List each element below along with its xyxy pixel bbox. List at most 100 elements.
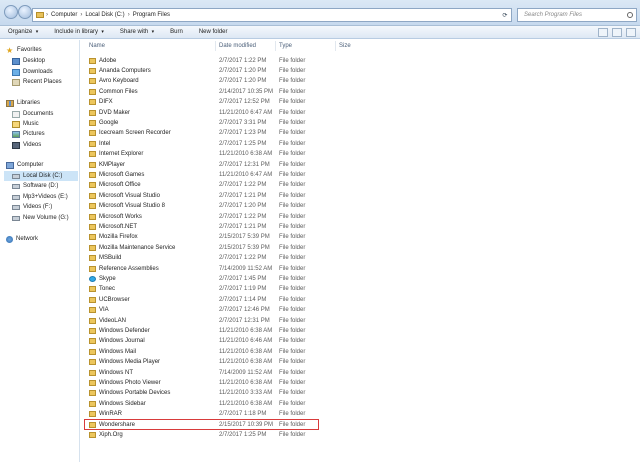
- nav-software-d[interactable]: Software (D:): [12, 181, 58, 191]
- file-row[interactable]: Microsoft Visual Studio 8 2/7/2017 1:20 P…: [81, 201, 381, 211]
- file-row[interactable]: WinRAR 2/7/2017 1:18 PM File folder: [81, 409, 381, 419]
- file-row[interactable]: Icecream Screen Recorder 2/7/2017 1:23 PM…: [81, 128, 381, 138]
- file-row[interactable]: Google 2/7/2017 3:31 PM File folder: [81, 118, 381, 128]
- nav-desktop[interactable]: Desktop: [12, 56, 45, 66]
- file-name: Intel: [99, 140, 111, 147]
- breadcrumb-computer[interactable]: Computer: [48, 12, 80, 18]
- caret-down-icon: ▾: [150, 29, 155, 35]
- column-header-date[interactable]: Date modified: [219, 40, 256, 52]
- file-row[interactable]: Windows Sidebar 11/21/2010 6:38 AM File fo…: [81, 399, 381, 409]
- file-type: File folder: [279, 379, 306, 386]
- file-row[interactable]: Microsoft Visual Studio 2/7/2017 1:21 PM F…: [81, 191, 381, 201]
- nav-downloads[interactable]: Downloads: [12, 67, 53, 77]
- file-row[interactable]: Microsoft Games 11/21/2010 6:47 AM File fo…: [81, 170, 381, 180]
- organize-button[interactable]: Organize ▾: [0, 29, 46, 35]
- nav-videos[interactable]: Videos: [12, 140, 41, 150]
- file-row[interactable]: Intel 2/7/2017 1:25 PM File folder: [81, 139, 381, 149]
- address-bar[interactable]: › Computer › Local Disk (C:) › Program F…: [32, 8, 512, 22]
- file-row[interactable]: Common Files 2/14/2017 10:35 PM File folde…: [81, 87, 381, 97]
- nav-recent-places[interactable]: Recent Places: [12, 77, 62, 87]
- breadcrumb-program-files[interactable]: Program Files: [130, 12, 173, 18]
- nav-favorites[interactable]: ★ Favorites: [6, 45, 42, 55]
- help-button[interactable]: [626, 28, 636, 37]
- column-header-size[interactable]: Size: [339, 40, 351, 52]
- file-row[interactable]: Microsoft Works 2/7/2017 1:22 PM File fold…: [81, 212, 381, 222]
- file-row[interactable]: Avro Keyboard 2/7/2017 1:20 PM File folder: [81, 76, 381, 86]
- file-row[interactable]: DIFX 2/7/2017 12:52 PM File folder: [81, 97, 381, 107]
- nav-network[interactable]: Network: [6, 234, 38, 244]
- file-name: Windows Media Player: [99, 359, 161, 366]
- file-type: File folder: [279, 140, 306, 147]
- preview-pane-button[interactable]: [612, 28, 622, 37]
- file-row[interactable]: Windows NT 7/14/2009 11:52 AM File folder: [81, 368, 381, 378]
- file-row[interactable]: Windows Defender 11/21/2010 6:38 AM File f…: [81, 326, 381, 336]
- file-row[interactable]: Xiph.Org 2/7/2017 1:25 PM File folder: [81, 430, 381, 440]
- file-row[interactable]: Windows Mail 11/21/2010 6:38 AM File folde…: [81, 347, 381, 357]
- file-row[interactable]: Windows Journal 11/21/2010 6:46 AM File fo…: [81, 336, 381, 346]
- file-type: File folder: [279, 338, 306, 345]
- column-divider[interactable]: [275, 41, 276, 51]
- file-row[interactable]: Skype 2/7/2017 1:45 PM File folder: [81, 274, 381, 284]
- file-row[interactable]: KMPlayer 2/7/2017 12:31 PM File folder: [81, 160, 381, 170]
- file-name: Reference Assemblies: [99, 265, 159, 272]
- file-date: 2/15/2017 5:39 PM: [219, 244, 270, 251]
- file-row[interactable]: MSBuild 2/7/2017 1:22 PM File folder: [81, 253, 381, 263]
- nav-mp3-videos-e[interactable]: Mp3+Videos (E:): [12, 192, 68, 202]
- videos-icon: [12, 141, 20, 149]
- folder-icon: [89, 57, 96, 64]
- file-name: VIA: [99, 307, 109, 314]
- file-date: 2/7/2017 1:45 PM: [219, 275, 267, 282]
- file-row[interactable]: Adobe 2/7/2017 1:22 PM File folder: [81, 56, 381, 66]
- nav-pictures[interactable]: Pictures: [12, 129, 45, 139]
- file-row[interactable]: VIA 2/7/2017 12:46 PM File folder: [81, 305, 381, 315]
- forward-button[interactable]: [18, 5, 32, 19]
- nav-videos-f[interactable]: Videos (F:): [12, 202, 52, 212]
- file-row[interactable]: UCBrowser 2/7/2017 1:14 PM File folder: [81, 295, 381, 305]
- drive-icon: [12, 215, 20, 221]
- refresh-button[interactable]: ⟳: [496, 8, 514, 22]
- breadcrumb-local-disk[interactable]: Local Disk (C:): [82, 12, 127, 18]
- file-type: File folder: [279, 265, 306, 272]
- column-header-name[interactable]: Name: [89, 40, 105, 52]
- file-row[interactable]: DVD Maker 11/21/2010 6:47 AM File folder: [81, 108, 381, 118]
- share-with-button[interactable]: Share with ▾: [112, 29, 162, 35]
- file-type: File folder: [279, 296, 306, 303]
- file-row[interactable]: Internet Explorer 11/21/2010 6:38 AM File …: [81, 149, 381, 159]
- file-row[interactable]: Tonec 2/7/2017 1:19 PM File folder: [81, 284, 381, 294]
- new-folder-button[interactable]: New folder: [191, 29, 236, 35]
- file-row[interactable]: Reference Assemblies 7/14/2009 11:52 AM Fi…: [81, 264, 381, 274]
- file-type: File folder: [279, 431, 306, 438]
- file-row[interactable]: Windows Portable Devices 11/21/2010 3:33 …: [81, 388, 381, 398]
- folder-icon: [89, 192, 96, 199]
- file-row[interactable]: Windows Media Player 11/21/2010 6:38 AM Fi…: [81, 357, 381, 367]
- nav-libraries[interactable]: Libraries: [6, 98, 40, 108]
- nav-documents[interactable]: Documents: [12, 109, 53, 119]
- file-date: 2/7/2017 1:22 PM: [219, 182, 267, 189]
- column-divider[interactable]: [215, 41, 216, 51]
- file-row[interactable]: Microsoft.NET 2/7/2017 1:21 PM File folder: [81, 222, 381, 232]
- nav-music[interactable]: Music: [12, 119, 39, 129]
- file-date: 2/15/2017 5:39 PM: [219, 234, 270, 241]
- nav-computer[interactable]: Computer: [6, 160, 43, 170]
- folder-icon: [89, 88, 96, 95]
- file-row[interactable]: VideoLAN 2/7/2017 12:31 PM File folder: [81, 316, 381, 326]
- file-row[interactable]: Mozilla Firefox 2/15/2017 5:39 PM File fol…: [81, 232, 381, 242]
- column-header-type[interactable]: Type: [279, 40, 292, 52]
- search-input[interactable]: Search Program Files: [517, 8, 637, 22]
- file-name: Icecream Screen Recorder: [99, 130, 171, 137]
- file-row[interactable]: Microsoft Office 2/7/2017 1:22 PM File fol…: [81, 180, 381, 190]
- file-name: Windows Mail: [99, 348, 137, 355]
- folder-icon: [89, 223, 96, 230]
- back-button[interactable]: [4, 5, 18, 19]
- column-divider[interactable]: [335, 41, 336, 51]
- nav-new-volume-g[interactable]: New Volume (G:): [12, 213, 69, 223]
- file-row[interactable]: Windows Photo Viewer 11/21/2010 6:38 AM Fi…: [81, 378, 381, 388]
- nav-local-disk-c[interactable]: Local Disk (C:): [4, 171, 78, 181]
- file-type: File folder: [279, 348, 306, 355]
- include-library-button[interactable]: Include in library ▾: [46, 29, 112, 35]
- change-view-button[interactable]: [598, 28, 608, 37]
- burn-button[interactable]: Burn: [162, 29, 191, 35]
- file-date: 2/7/2017 12:46 PM: [219, 307, 270, 314]
- file-row[interactable]: Ananda Computers 2/7/2017 1:20 PM File fol…: [81, 66, 381, 76]
- file-row[interactable]: Mozilla Maintenance Service 2/15/2017 5:3…: [81, 243, 381, 253]
